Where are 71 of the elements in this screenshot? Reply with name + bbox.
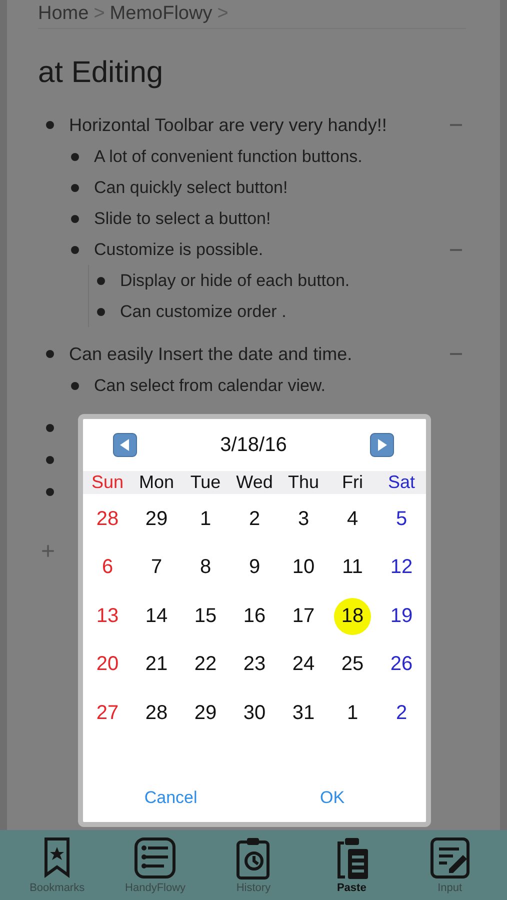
calendar-day[interactable]: 1 [187, 500, 224, 538]
outline-item[interactable]: Can select from calendar view. [94, 376, 326, 396]
outline-item[interactable]: A lot of convenient function buttons. [94, 146, 362, 166]
selected-date: 3/18/16 [220, 434, 287, 456]
calendar-day[interactable]: 19 [383, 598, 420, 635]
calendar-day[interactable]: 10 [285, 549, 322, 586]
outline-list-icon [132, 835, 178, 881]
calendar-day[interactable]: 14 [138, 598, 175, 635]
calendar-day[interactable]: 20 [89, 646, 126, 684]
outline-item[interactable]: Horizontal Toolbar are very very handy!! [69, 114, 387, 136]
bullet-icon [71, 214, 79, 222]
calendar-day[interactable]: 28 [89, 500, 126, 538]
bullet-icon [97, 276, 105, 284]
calendar-day[interactable]: 4 [334, 500, 371, 538]
page-title: at Editing [38, 56, 164, 90]
calendar-day[interactable]: 11 [334, 549, 371, 586]
calendar-day[interactable]: 18 [334, 598, 371, 635]
breadcrumb-separator: > [217, 3, 228, 25]
calendar-day[interactable]: 29 [138, 500, 175, 538]
bullet-icon [71, 184, 79, 192]
calendar-day[interactable]: 29 [187, 694, 224, 732]
breadcrumb-separator: > [94, 3, 105, 25]
calendar-day[interactable]: 27 [89, 694, 126, 732]
calendar-day[interactable]: 8 [187, 549, 224, 586]
bullet-icon [46, 456, 54, 464]
bullet-icon [71, 246, 79, 254]
calendar-day[interactable]: 9 [236, 549, 273, 586]
calendar-day[interactable]: 13 [89, 598, 126, 635]
weekday-label: Thu [288, 472, 320, 493]
weekday-label: Mon [138, 472, 174, 493]
calendar-day[interactable]: 7 [138, 549, 175, 586]
calendar-day[interactable]: 24 [285, 646, 322, 684]
bullet-icon [46, 350, 54, 358]
calendar-day[interactable]: 6 [89, 549, 126, 586]
calendar-day[interactable]: 30 [236, 694, 273, 732]
calendar-day[interactable]: 12 [383, 549, 420, 586]
calendar-day[interactable]: 25 [334, 646, 371, 684]
weekday-label: Tue [190, 472, 221, 493]
bullet-icon [71, 382, 79, 390]
calendar-day[interactable]: 2 [236, 500, 273, 538]
calendar-day[interactable]: 15 [187, 598, 224, 635]
outline-item[interactable]: Can easily Insert the date and time. [69, 344, 352, 364]
weekday-label: Sun [91, 472, 124, 493]
bullet-icon [46, 121, 54, 129]
outline-item[interactable]: Can quickly select button! [94, 178, 288, 198]
calendar-day[interactable]: 3 [285, 500, 322, 538]
calendar-day[interactable]: 16 [236, 598, 273, 635]
weekday-label: Fri [342, 472, 363, 493]
bullet-icon [71, 152, 79, 160]
calendar-day[interactable]: 26 [383, 646, 420, 684]
calendar-day[interactable]: 23 [236, 646, 273, 684]
next-month-button[interactable] [370, 433, 394, 457]
bullet-icon [97, 308, 105, 316]
calendar-day[interactable]: 22 [187, 646, 224, 684]
calendar-day[interactable]: 21 [138, 646, 175, 684]
outline-item[interactable]: Can customize order . [120, 302, 286, 322]
bullet-icon [46, 424, 54, 432]
calendar-day[interactable]: 17 [285, 598, 322, 635]
weekday-label: Wed [236, 472, 273, 493]
weekday-label: Sat [388, 472, 416, 493]
bullet-icon [46, 488, 54, 496]
previous-month-button[interactable] [113, 433, 137, 457]
outline-item[interactable]: Slide to select a button! [94, 208, 271, 228]
calendar-day[interactable]: 2 [383, 694, 420, 732]
calendar-day[interactable]: 31 [285, 694, 322, 732]
calendar-day[interactable]: 5 [383, 500, 420, 538]
calendar-day[interactable]: 28 [138, 694, 175, 732]
outline-item[interactable]: Display or hide of each button. [120, 270, 350, 290]
calendar-day[interactable]: 1 [334, 694, 371, 732]
outline-item[interactable]: Customize is possible. [94, 240, 264, 260]
toolbar-button[interactable]: Paste [306, 835, 397, 894]
